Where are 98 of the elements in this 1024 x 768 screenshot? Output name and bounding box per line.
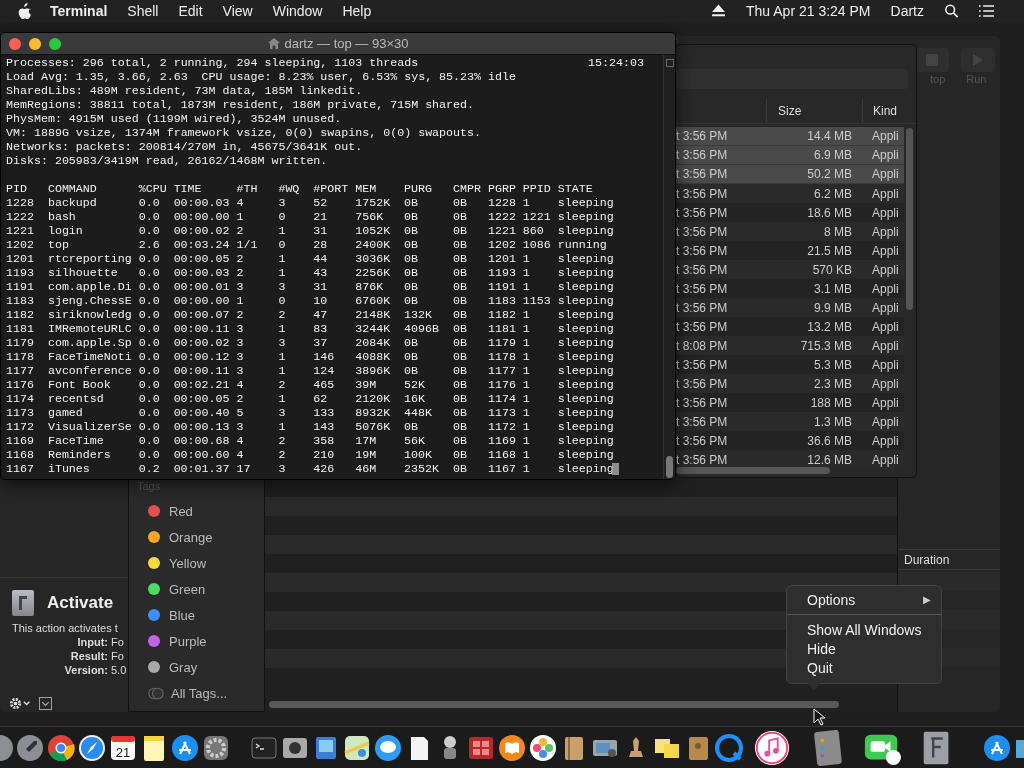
- file-row[interactable]: t 3:56 PM 36.6 MB Appli: [676, 431, 904, 450]
- file-row[interactable]: t 3:56 PM 18.6 MB Appli: [676, 203, 904, 222]
- process-row: 1221 login 0.0 00:00.02 2 1 31 1052K 0B 0B 1221 860 sleeping: [6, 224, 614, 238]
- process-row: 1167 iTunes 0.2 00:01.37 17 3 426 46M 2352K 0B 1167 1 sleeping: [6, 462, 614, 476]
- process-row: 1201 rtcreporting 0.0 00:00.05 2 1 44 3036K 0B 0B 1201 1 sleeping: [6, 252, 614, 266]
- terminal-line: Networks: packets: 200814/270M in, 45675/3641K out.: [6, 140, 363, 154]
- menu-item[interactable]: Shell: [127, 3, 159, 19]
- action-title: Activate: [47, 593, 114, 613]
- process-row: 1183 sjeng.ChessE 0.0 00:00.00 1 0 10 6760K 0B 0B 1183 1153 sleeping: [6, 294, 614, 308]
- text-cursor: [611, 463, 619, 475]
- scroll-button[interactable]: [665, 59, 674, 67]
- compass-icon[interactable]: [77, 732, 107, 763]
- app-menu[interactable]: Terminal: [50, 3, 108, 19]
- log-toggle-icon[interactable]: [39, 696, 53, 710]
- tag-item[interactable]: Yellow: [129, 550, 264, 576]
- process-row: 1178 FaceTimeNoti 0.0 00:00.12 3 1 146 4088K 0B 0B 1178 1 sleeping: [6, 350, 614, 364]
- menu-item[interactable]: Window: [272, 3, 323, 19]
- file-row[interactable]: t 3:56 PM 21.5 MB Appli: [676, 241, 904, 260]
- process-row: 1191 com.apple.Di 0.0 00:00.01 3 3 31 876K 0B 0B 1191 1 sleeping: [6, 280, 614, 294]
- file-row[interactable]: t 3:56 PM 6.9 MB Appli: [676, 146, 904, 165]
- terminal-line: Load Avg: 1.35, 3.66, 2.63 CPU usage: 8.23% user, 6.53% sys, 85.23% idle: [6, 70, 516, 84]
- file-row[interactable]: t 3:56 PM 188 MB Appli: [676, 393, 904, 412]
- field-value: 5.0: [111, 664, 127, 676]
- process-row: 1173 gamed 0.0 00:00.40 5 3 133 8932K 448K 0B 1173 1 sleeping: [6, 406, 614, 420]
- column-header[interactable]: Kind: [863, 104, 898, 118]
- menu-item[interactable]: Quit: [787, 658, 941, 677]
- tag-item[interactable]: Orange: [129, 524, 264, 550]
- menu-item[interactable]: Help: [342, 3, 372, 19]
- field-label: Version:: [63, 664, 108, 676]
- app-store-icon[interactable]: [170, 732, 200, 763]
- tag-item[interactable]: Blue: [129, 602, 264, 628]
- process-row: 1182 siriknowledg 0.0 00:00.07 2 2 47 2148K 132K 0B 1182 1 sleeping: [6, 308, 614, 322]
- field-value: Fo: [111, 650, 124, 662]
- browser-icon[interactable]: [46, 732, 76, 763]
- close-button[interactable]: [9, 37, 21, 50]
- book-icon[interactable]: [497, 732, 527, 763]
- terminal-line: Processes: 296 total, 2 running, 294 sleeping, 1103 threads: [6, 56, 419, 70]
- scrollbar-thumb[interactable]: [906, 128, 913, 310]
- process-row: 1181 IMRemoteURLC 0.0 00:00.11 3 1 83 3244K 4096B 0B 1181 1 sleeping: [6, 322, 614, 336]
- zoom-button[interactable]: [49, 37, 61, 50]
- menu-item[interactable]: Edit: [178, 3, 203, 19]
- terminal-time: 15:24:03: [588, 56, 644, 70]
- field-value: Fo: [111, 636, 124, 648]
- speech-bubble-icon[interactable]: [373, 732, 403, 763]
- menu-item[interactable]: Options ▶: [787, 590, 941, 609]
- file-row[interactable]: t 3:56 PM 3.1 MB Appli: [676, 279, 904, 298]
- scrollbar-thumb[interactable]: [666, 456, 673, 478]
- calendar-day: 21: [115, 744, 131, 760]
- process-row: 1222 bash 0.0 00:00.00 1 0 21 756K 0B 0B 1222 1221 sleeping: [6, 210, 614, 224]
- tag-item[interactable]: Green: [129, 576, 264, 602]
- process-row: 1193 silhouette 0.0 00:00.03 2 1 43 2256K 0B 0B 1193 1 sleeping: [6, 266, 614, 280]
- process-row: 1179 com.apple.Sp 0.0 00:00.02 3 3 37 2084K 0B 0B 1179 1 sleeping: [6, 336, 614, 350]
- process-row: 1202 top 2.6 00:03.24 1/1 0 28 2400K 0B 0B 1202 1086 running: [6, 238, 607, 252]
- file-row[interactable]: t 3:56 PM 13.2 MB Appli: [676, 317, 904, 336]
- tag-item[interactable]: Red: [129, 498, 264, 524]
- process-row: 1172 VisualizerSe 0.0 00:00.13 3 1 143 5076K 0B 0B 1172 1 sleeping: [6, 420, 614, 434]
- process-row: 1174 recentsd 0.0 00:00.05 2 1 62 2120K 16K 0B 1174 1 sleeping: [6, 392, 614, 406]
- process-row: 1169 FaceTime 0.0 00:00.68 4 2 358 17M 56K 0B 1169 1 sleeping: [6, 434, 614, 448]
- tag-item[interactable]: Purple: [129, 628, 264, 654]
- process-row: 1177 avconference 0.0 00:00.11 3 1 124 3896K 0B 0B 1177 1 sleeping: [6, 364, 614, 378]
- file-row[interactable]: t 3:56 PM 50.2 MB Appli: [676, 165, 904, 184]
- window-title: dartz — top — 93×30: [284, 36, 409, 51]
- field-label: Result:: [69, 650, 108, 662]
- settings-icon[interactable]: [9, 696, 32, 710]
- terminal-line: MemRegions: 38811 total, 1873M resident, 186M private, 715M shared.: [6, 98, 475, 112]
- action-description: This action activates t: [12, 622, 119, 634]
- terminal-line: SharedLibs: 489M resident, 73M data, 185M linkedit.: [6, 84, 363, 98]
- house-icon: [267, 38, 280, 49]
- tag-item[interactable]: Gray: [129, 654, 264, 680]
- column-header[interactable]: Duration: [897, 549, 1000, 570]
- terminal-line: Disks: 205983/3419M read, 26162/1468M written.: [6, 154, 328, 168]
- menu-clock[interactable]: Thu Apr 21 3:24 PM: [746, 3, 871, 19]
- music-note-icon[interactable]: [753, 728, 791, 767]
- process-table-header: PID COMMAND %CPU TIME #TH #WQ #PORT MEM PURG CMPR PGRP PPID STATE: [6, 182, 593, 196]
- scrollbar-thumb[interactable]: [676, 467, 830, 474]
- column-header[interactable]: Size: [767, 99, 863, 123]
- app-store-icon[interactable]: [982, 732, 1012, 763]
- search-icon[interactable]: [944, 4, 959, 18]
- eject-icon[interactable]: [711, 4, 726, 18]
- flower-icon[interactable]: [528, 732, 558, 763]
- process-row: 1176 Font Book 0.0 00:02.21 4 2 465 39M 52K 0B 1176 1 sleeping: [6, 378, 614, 392]
- apple-logo-icon[interactable]: [18, 3, 32, 19]
- terminal-line: PhysMem: 4915M used (1199M wired), 3524M unused.: [6, 112, 342, 126]
- tag-item[interactable]: All Tags...: [129, 680, 264, 706]
- menu-item[interactable]: View: [222, 3, 253, 19]
- field-label: Input:: [76, 636, 108, 648]
- minimize-button[interactable]: [29, 37, 41, 50]
- process-row: 1168 Reminders 0.0 00:00.60 4 2 210 19M 100K 0B 1168 1 sleeping: [6, 448, 614, 462]
- file-row[interactable]: t 3:56 PM 14.4 MB Appli: [676, 127, 904, 146]
- user-menu[interactable]: Dartz: [890, 3, 924, 19]
- scrollbar-thumb[interactable]: [269, 701, 839, 708]
- menu-item[interactable]: Show All Windows: [787, 620, 941, 639]
- list-icon[interactable]: [979, 4, 994, 18]
- file-row[interactable]: t 3:56 PM 5.3 MB Appli: [676, 355, 904, 374]
- menu-item[interactable]: Hide: [787, 639, 941, 658]
- terminal-line: VM: 1889G vsize, 1374M framework vsize, 0(0) swapins, 0(0) swapouts.: [6, 126, 481, 140]
- overlapping-circles-icon: [148, 686, 164, 700]
- process-row: 1228 backupd 0.0 00:00.03 4 3 52 1752K 0B 0B 1228 1 sleeping: [6, 196, 614, 210]
